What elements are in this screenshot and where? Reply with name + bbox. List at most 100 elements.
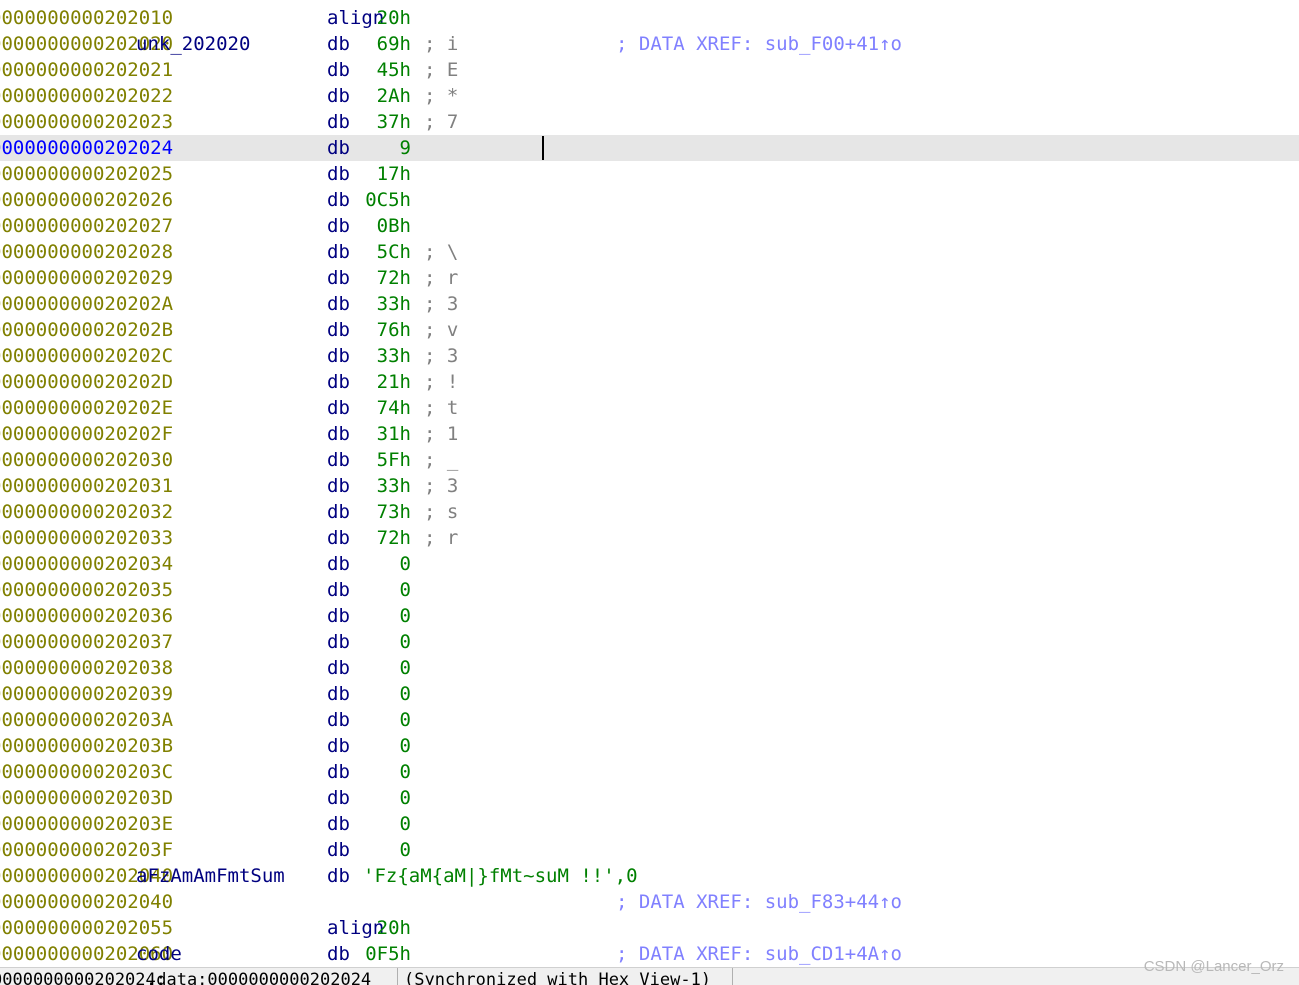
- listing-row[interactable]: 000000000020203B db 0: [0, 733, 1299, 759]
- listing-row[interactable]: 000000000020202B db 76h ; v: [0, 317, 1299, 343]
- label[interactable]: code: [136, 941, 182, 967]
- address: 0000000000202024: [0, 137, 174, 159]
- operand[interactable]: 0: [363, 681, 411, 707]
- address: 000000000020203B: [0, 735, 174, 757]
- operand[interactable]: 0: [363, 551, 411, 577]
- listing-row[interactable]: 000000000020202E db 74h ; t: [0, 395, 1299, 421]
- address: 0000000000202023: [0, 111, 174, 133]
- listing-row[interactable]: 0000000000202022 db 2Ah ; *: [0, 83, 1299, 109]
- operand[interactable]: 69h: [363, 31, 411, 57]
- listing-row[interactable]: 0000000000202024 db 9: [0, 135, 1299, 161]
- mnemonic: db: [327, 475, 350, 497]
- listing-row[interactable]: 000000000020203C db 0: [0, 759, 1299, 785]
- listing-row[interactable]: 0000000000202030 db 5Fh ; _: [0, 447, 1299, 473]
- mnemonic: db: [327, 709, 350, 731]
- operand[interactable]: 'Fz{aM{aM|}fMt~suM !!',0: [363, 863, 638, 889]
- listing-row[interactable]: 0000000000202020 unk_202020 db 69h; i; DATA…: [0, 31, 1299, 57]
- address: 0000000000202027: [0, 215, 174, 237]
- listing-row[interactable]: 000000000020203E db 0: [0, 811, 1299, 837]
- listing-row[interactable]: 0000000000202027 db 0Bh: [0, 213, 1299, 239]
- operand[interactable]: 0: [363, 811, 411, 837]
- operand[interactable]: 74h: [363, 395, 411, 421]
- listing-row[interactable]: 000000000020203F db 0: [0, 837, 1299, 863]
- disassembly-listing[interactable]: 0000000000202060 code db 0F5h; DATA XREF: s…: [0, 0, 1299, 967]
- listing-row[interactable]: 0000000000202040 aFzAmAmFmtSum db 'Fz{aM{aM…: [0, 863, 1299, 889]
- comment: ; v: [424, 319, 459, 341]
- listing-row[interactable]: 0000000000202055 align 20h: [0, 915, 1299, 941]
- xref-comment[interactable]: ; DATA XREF: sub_F83+44↑o: [616, 889, 902, 915]
- label[interactable]: unk_202020: [136, 31, 250, 57]
- operand[interactable]: 2Ah: [363, 83, 411, 109]
- listing-row[interactable]: 0000000000202038 db 0: [0, 655, 1299, 681]
- operand[interactable]: 37h: [363, 109, 411, 135]
- address: 0000000000202037: [0, 631, 174, 653]
- address: 0000000000202029: [0, 267, 174, 289]
- operand[interactable]: 72h: [363, 265, 411, 291]
- listing-row[interactable]: 0000000000202025 db 17h: [0, 161, 1299, 187]
- operand[interactable]: 0F5h: [363, 941, 411, 967]
- listing-row[interactable]: 0000000000202036 db 0: [0, 603, 1299, 629]
- listing-row[interactable]: 000000000020203A db 0: [0, 707, 1299, 733]
- listing-row[interactable]: 0000000000202034 db 0: [0, 551, 1299, 577]
- operand[interactable]: 33h: [363, 473, 411, 499]
- listing-row[interactable]: 0000000000202023 db 37h ; 7: [0, 109, 1299, 135]
- listing-row[interactable]: 0000000000202039 db 0: [0, 681, 1299, 707]
- operand[interactable]: 33h: [363, 291, 411, 317]
- listing-row[interactable]: 0000000000202032 db 73h ; s: [0, 499, 1299, 525]
- address: 0000000000202026: [0, 189, 174, 211]
- operand[interactable]: 0: [363, 655, 411, 681]
- listing-row[interactable]: 000000000020202D db 21h ; !: [0, 369, 1299, 395]
- operand[interactable]: 0: [363, 603, 411, 629]
- listing-row[interactable]: 000000000020202C db 33h ; 3: [0, 343, 1299, 369]
- mnemonic: db: [327, 631, 350, 653]
- label[interactable]: aFzAmAmFmtSum: [136, 863, 285, 889]
- mnemonic: db: [327, 423, 350, 445]
- listing-row[interactable]: 0000000000202021 db 45h ; E: [0, 57, 1299, 83]
- address: 0000000000202028: [0, 241, 174, 263]
- mnemonic: db: [327, 735, 350, 757]
- operand[interactable]: 0: [363, 707, 411, 733]
- mnemonic: db: [327, 85, 350, 107]
- operand[interactable]: 17h: [363, 161, 411, 187]
- operand[interactable]: 72h: [363, 525, 411, 551]
- operand[interactable]: 33h: [363, 343, 411, 369]
- address: 000000000020202E: [0, 397, 174, 419]
- operand[interactable]: 0: [363, 759, 411, 785]
- operand[interactable]: 0: [363, 785, 411, 811]
- operand[interactable]: 0: [363, 733, 411, 759]
- listing-row[interactable]: 0000000000202028 db 5Ch ; \: [0, 239, 1299, 265]
- listing-row[interactable]: 000000000020202F db 31h ; 1: [0, 421, 1299, 447]
- xref-comment[interactable]: ; DATA XREF: sub_F00+41↑o: [616, 31, 902, 57]
- listing-row[interactable]: 0000000000202040 ; DATA XREF: sub_F83+44↑…: [0, 889, 1299, 915]
- listing-row[interactable]: 0000000000202031 db 33h ; 3: [0, 473, 1299, 499]
- listing-row[interactable]: 000000000020203D db 0: [0, 785, 1299, 811]
- operand[interactable]: 31h: [363, 421, 411, 447]
- address: 0000000000202022: [0, 85, 174, 107]
- listing-row[interactable]: 0000000000202033 db 72h ; r: [0, 525, 1299, 551]
- listing-row[interactable]: 000000000020202A db 33h ; 3: [0, 291, 1299, 317]
- operand[interactable]: 76h: [363, 317, 411, 343]
- operand[interactable]: 0C5h: [363, 187, 411, 213]
- mnemonic: db: [327, 345, 350, 367]
- operand[interactable]: 21h: [363, 369, 411, 395]
- listing-row[interactable]: 0000000000202010 align 20h: [0, 5, 1299, 31]
- listing-row[interactable]: 0000000000202029 db 72h ; r: [0, 265, 1299, 291]
- mnemonic: db: [327, 215, 350, 237]
- operand[interactable]: 0: [363, 837, 411, 863]
- operand[interactable]: 0Bh: [363, 213, 411, 239]
- mnemonic: db: [327, 33, 350, 55]
- operand[interactable]: 0: [363, 629, 411, 655]
- listing-row[interactable]: 0000000000202026 db 0C5h: [0, 187, 1299, 213]
- xref-comment[interactable]: ; DATA XREF: sub_CD1+4A↑o: [616, 941, 902, 967]
- operand[interactable]: 73h: [363, 499, 411, 525]
- listing-row[interactable]: 0000000000202037 db 0: [0, 629, 1299, 655]
- operand[interactable]: 5Ch: [363, 239, 411, 265]
- operand[interactable]: 5Fh: [363, 447, 411, 473]
- listing-row[interactable]: 0000000000202060 code db 0F5h; DATA XREF: s…: [0, 941, 1299, 967]
- listing-row[interactable]: 0000000000202035 db 0: [0, 577, 1299, 603]
- operand[interactable]: 9: [363, 135, 411, 161]
- operand[interactable]: 45h: [363, 57, 411, 83]
- operand[interactable]: 0: [363, 577, 411, 603]
- operand[interactable]: 20h: [363, 5, 411, 31]
- operand[interactable]: 20h: [363, 915, 411, 941]
